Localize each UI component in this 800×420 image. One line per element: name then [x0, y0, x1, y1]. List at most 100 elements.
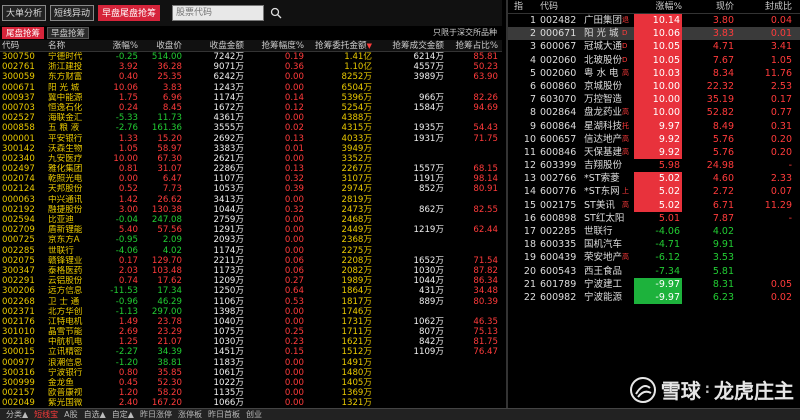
- cell-change: 0.74: [118, 276, 138, 287]
- table-row[interactable]: 002124 天邦股份 0.52 7.73 1053万 0.39 2974万 852万 80.9…: [0, 184, 502, 194]
- panel-row[interactable]: 3 600067 冠城大通 D 10.05 4.71 3.41: [508, 40, 800, 54]
- panel-row[interactable]: 17 002285 世联行 -4.06 4.02: [508, 225, 800, 238]
- bottom-tab[interactable]: 自选▲: [84, 409, 106, 420]
- stock-code-search-input[interactable]: [172, 5, 265, 21]
- panel-row[interactable]: 5 002060 粤 水 电高 10.03 8.34 11.76: [508, 66, 800, 80]
- table-row[interactable]: 300999 金龙鱼 0.45 52.30 1022万 0.00 1405万: [0, 378, 502, 388]
- table-row[interactable]: 002176 江特电机 1.49 23.78 1040万 0.00 1731万 1062万 46…: [0, 317, 502, 327]
- table-row[interactable]: 002497 雅化集团 0.81 31.07 2286万 0.13 2267万 1557万 68…: [0, 164, 502, 174]
- tab-short-term-alert[interactable]: 短线异动: [50, 5, 95, 21]
- row-price: 3.83: [712, 28, 734, 40]
- row-name: 广田集团: [584, 15, 623, 26]
- row-price: 22.32: [706, 80, 734, 92]
- panel-row[interactable]: 20 600543 西王食品 -7.34 5.81: [508, 265, 800, 278]
- panel-row[interactable]: 6 600860 京城股份 10.00 22.32 2.53: [508, 79, 800, 94]
- table-row[interactable]: 002371 北方华创 -1.13 297.00 1398万 0.00 1746万: [0, 307, 502, 317]
- table-row[interactable]: 300059 东方财富 0.40 25.35 6242万 0.00 8252万 3989万 63…: [0, 72, 502, 82]
- table-row[interactable]: 002285 世联行 -4.06 4.02 1174万 0.00 2275万: [0, 246, 502, 256]
- column-header[interactable]: 收盘价: [138, 40, 182, 52]
- bottom-tab[interactable]: 涨停板: [178, 409, 202, 420]
- column-header[interactable]: 抢筹成交金额: [372, 40, 444, 52]
- table-row[interactable]: 300750 宁德时代 -0.25 514.00 7242万 0.19 1.41亿 6214万…: [0, 52, 502, 62]
- bottom-tab[interactable]: 短线宝: [34, 409, 58, 420]
- panel-column-header[interactable]: 代码: [540, 0, 558, 14]
- table-row[interactable]: 000937 冀中能源 1.75 6.96 1174万 0.14 5396万 966万 82.2…: [0, 93, 502, 103]
- panel-row[interactable]: 22 600982 宁波能源 -9.97 6.23 0.02: [508, 290, 800, 305]
- panel-column-header[interactable]: 指: [514, 0, 523, 14]
- bottom-tab[interactable]: 自定▲: [112, 409, 134, 420]
- table-row[interactable]: 002075 赣锋锂业 0.17 129.70 2211万 0.06 2208万 1652万 7…: [0, 256, 502, 266]
- table-row[interactable]: 002157 欧普康视 1.20 58.20 1135万 0.00 1369万: [0, 388, 502, 398]
- table-row[interactable]: 002180 中航机电 1.25 21.07 1030万 0.23 1621万 842万 81.…: [0, 337, 502, 347]
- cell-grab-order: 2275万: [341, 245, 372, 256]
- table-row[interactable]: 002291 云铝股份 0.74 17.62 1209万 0.27 1989万 1044万 86…: [0, 276, 502, 286]
- panel-row[interactable]: 2 000671 阳 光 城 D 10.06 3.83 0.01: [508, 27, 800, 41]
- cell-grab-deal: 1219万: [413, 225, 444, 236]
- table-row[interactable]: 301010 晶雪节能 2.69 23.29 1075万 0.25 1711万 807万 75.…: [0, 327, 502, 337]
- column-header[interactable]: 抢筹委托金额▼: [304, 40, 372, 52]
- table-row[interactable]: 002340 九安医疗 10.00 67.30 2621万 0.00 3352万: [0, 154, 502, 164]
- panel-row[interactable]: 12 603399 吉翔股份 5.98 24.98 -: [508, 159, 800, 172]
- panel-row[interactable]: 11 600846 天保基建高 9.92 5.76 0.20: [508, 145, 800, 160]
- column-header[interactable]: 名称: [48, 40, 100, 52]
- panel-row[interactable]: 13 002766 *ST索菱 5.02 4.60 2.33: [508, 172, 800, 186]
- tab-early-grab[interactable]: 早盘抢筹: [47, 27, 90, 39]
- tab-early-late-grab[interactable]: 早盘尾盘抢筹: [98, 5, 161, 21]
- bottom-tab[interactable]: 昨日涨停: [140, 409, 172, 420]
- cell-grab-ratio: 82.55: [473, 204, 498, 215]
- cell-close-amount: 1451万: [213, 347, 244, 358]
- table-row[interactable]: 300142 沃森生物 1.05 58.97 3383万 0.01 3949万: [0, 144, 502, 154]
- table-row[interactable]: 002761 浙江建投 3.92 36.28 9071万 0.36 1.10亿 4557万 50…: [0, 62, 502, 72]
- column-header[interactable]: 收盘金额: [182, 40, 244, 52]
- panel-row[interactable]: 7 603070 万控智造 10.00 35.19 0.17: [508, 93, 800, 107]
- column-header[interactable]: 抢筹占比%: [444, 40, 498, 52]
- table-row[interactable]: 002268 卫 士 通 -0.96 46.29 1106万 0.53 1817万 889万 8…: [0, 297, 502, 307]
- table-row[interactable]: 002192 融捷股份 3.00 130.38 1044万 0.32 2473万 862万 82…: [0, 205, 502, 215]
- table-row[interactable]: 300316 宁波银行 0.80 35.85 1061万 0.00 1480万: [0, 368, 502, 378]
- cell-grab-range: 0.00: [284, 194, 304, 205]
- table-row[interactable]: 002074 乾照光电 0.00 6.47 1107万 0.32 3107万 1191万 98.…: [0, 174, 502, 184]
- column-header[interactable]: 抢筹幅度%: [244, 40, 304, 52]
- table-row[interactable]: 002594 比亚迪 -0.04 247.08 2759万 0.00 2468万: [0, 215, 502, 225]
- cell-name: 金龙鱼: [48, 378, 74, 388]
- table-row[interactable]: 000977 浪潮信息 -1.20 38.81 1183万 0.00 1491万: [0, 358, 502, 368]
- panel-row[interactable]: 15 002175 ST美讯高 5.02 6.71 11.29: [508, 198, 800, 212]
- panel-row[interactable]: 16 600898 ST红太阳 5.01 7.87 -: [508, 212, 800, 225]
- bottom-tab[interactable]: A股: [64, 409, 77, 420]
- tab-late-grab[interactable]: 尾盘抢筹: [2, 27, 45, 39]
- panel-row[interactable]: 4 002060 北玻股份 D 10.05 7.67 1.05: [508, 53, 800, 67]
- row-name: 粤 水 电: [584, 67, 619, 79]
- tab-big-order-analysis[interactable]: 大单分析: [2, 5, 47, 21]
- table-row[interactable]: 300347 泰格医药 2.03 103.48 1173万 0.06 2082万 1030万 8…: [0, 266, 502, 276]
- bottom-tab[interactable]: 分类▲: [6, 409, 28, 420]
- table-row[interactable]: 000703 恒逸石化 0.24 8.45 1672万 0.12 5254万 1584万 94.…: [0, 103, 502, 113]
- panel-row[interactable]: 10 600657 信达地产高 9.92 5.76 0.20: [508, 132, 800, 146]
- panel-row[interactable]: 8 002864 盘龙药业高 10.00 52.82 0.77: [508, 106, 800, 120]
- table-row[interactable]: 002049 紫光国微 2.40 167.20 1066万 0.00 1321万: [0, 398, 502, 408]
- table-row[interactable]: 000725 京东方A -0.95 2.09 2093万 0.00 2368万: [0, 235, 502, 245]
- panel-row[interactable]: 21 601789 宁波建工 -9.97 8.31 0.05: [508, 277, 800, 291]
- table-row[interactable]: 002709 盾新锂能 5.40 57.56 1291万 0.00 2449万 1219万 62…: [0, 225, 502, 235]
- bottom-tab[interactable]: 昨日首板: [208, 409, 240, 420]
- table-row[interactable]: 300015 立讯精密 -2.27 34.39 1451万 0.15 1512万 1109万 7…: [0, 347, 502, 357]
- panel-column-header[interactable]: 涨幅%: [634, 0, 682, 14]
- panel-row[interactable]: 1 002482 广田集团退 10.14 3.80 0.04: [508, 14, 800, 28]
- panel-row[interactable]: 14 600776 *ST东网上 5.02 2.72 0.07: [508, 185, 800, 199]
- table-row[interactable]: 000671 阳 光 城 10.06 3.83 1243万 0.00 6504万: [0, 83, 502, 93]
- column-header[interactable]: 涨幅%: [100, 40, 138, 52]
- table-row[interactable]: 000858 五 粮 液 -2.76 161.36 3555万 0.02 4315万 1935…: [0, 123, 502, 133]
- bottom-tab[interactable]: 创业: [246, 409, 262, 420]
- cell-name: 立讯精密: [48, 347, 83, 358]
- table-row[interactable]: 000063 中兴通讯 1.42 26.62 3413万 0.00 2819万: [0, 195, 502, 205]
- cell-grab-ratio: 68.15: [473, 164, 498, 175]
- panel-column-header[interactable]: 现价: [684, 0, 734, 14]
- panel-row[interactable]: 19 600439 荣安地产高 -6.12 3.53: [508, 251, 800, 264]
- table-row[interactable]: 002527 海联金汇 -5.33 11.73 4361万 0.00 4388万: [0, 113, 502, 123]
- table-row[interactable]: 300206 远方信息 -11.53 17.34 1250万 0.64 1864万 431万 3…: [0, 286, 502, 296]
- search-icon[interactable]: [268, 5, 284, 21]
- panel-row[interactable]: 9 600864 星湖科技托 9.97 8.49 0.31: [508, 119, 800, 133]
- table-row[interactable]: 000001 平安银行 1.33 15.20 2692万 0.13 4033万 1931万 71…: [0, 134, 502, 144]
- column-header[interactable]: 代码: [2, 40, 48, 52]
- panel-column-header[interactable]: 封成比: [738, 0, 792, 14]
- panel-row[interactable]: 18 600335 国机汽车 -4.71 9.91: [508, 238, 800, 251]
